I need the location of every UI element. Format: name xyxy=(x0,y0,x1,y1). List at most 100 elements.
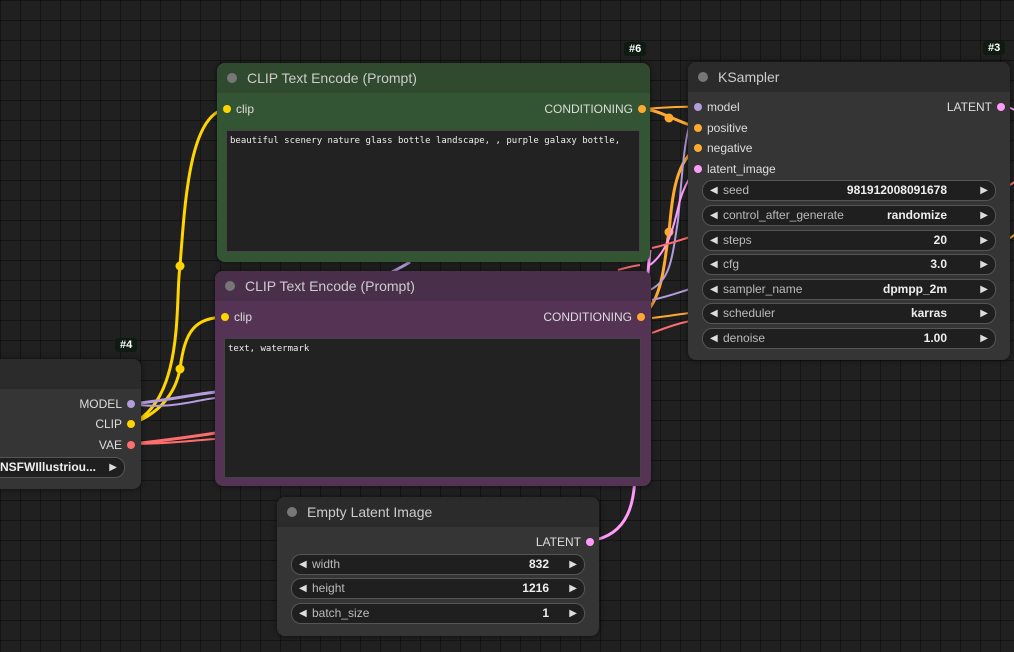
cfg-widget[interactable]: ◀ cfg 3.0 ▶ xyxy=(702,254,996,275)
steps-widget[interactable]: ◀ steps 20 ▶ xyxy=(702,230,996,251)
left-arrow-icon[interactable]: ◀ xyxy=(710,206,718,225)
ckpt-name-value: NSFWIllustriou... xyxy=(0,460,96,474)
right-arrow-icon[interactable]: ▶ xyxy=(569,579,577,598)
positive-port[interactable] xyxy=(694,124,702,132)
slot-label: positive xyxy=(707,121,748,135)
node-title-bar[interactable]: CLIP Text Encode (Prompt) xyxy=(215,271,651,301)
empty-latent-image-node[interactable]: Empty Latent Image LATENT ◀ width 832 ▶ … xyxy=(277,497,599,636)
left-arrow-icon[interactable]: ◀ xyxy=(710,181,718,200)
clip-text-encode-negative-node[interactable]: CLIP Text Encode (Prompt) clip CONDITION… xyxy=(215,271,651,486)
right-arrow-icon[interactable]: ▶ xyxy=(980,255,988,274)
node-title-bar[interactable]: Empty Latent Image xyxy=(277,497,599,527)
latent-port[interactable] xyxy=(997,103,1005,111)
widget-value: randomize xyxy=(886,208,947,222)
widget-value: 832 xyxy=(528,557,549,571)
right-arrow-icon[interactable]: ▶ xyxy=(980,231,988,250)
checkpoint-loader-node[interactable]: MODEL CLIP VAE NSFWIllustriou... ▶ xyxy=(0,359,141,489)
widget-value: dpmpp_2m xyxy=(882,282,947,296)
clip-input-slot[interactable]: clip xyxy=(221,309,281,325)
ckpt-name-widget[interactable]: NSFWIllustriou... ▶ xyxy=(0,457,125,478)
vae-output-slot[interactable]: VAE xyxy=(5,437,135,453)
left-arrow-icon[interactable]: ◀ xyxy=(710,304,718,323)
widget-name: width xyxy=(312,557,341,571)
latent-image-port[interactable] xyxy=(694,165,702,173)
prompt-textarea[interactable]: text, watermark xyxy=(224,338,641,478)
sampler-name-widget[interactable]: ◀ sampler_name dpmpp_2m ▶ xyxy=(702,279,996,300)
model-output-slot[interactable]: MODEL xyxy=(5,396,135,412)
clip-port[interactable] xyxy=(223,105,231,113)
right-arrow-icon[interactable]: ▶ xyxy=(980,181,988,200)
widget-value: 1216 xyxy=(522,581,549,595)
widget-name: scheduler xyxy=(723,306,776,320)
widget-name: denoise xyxy=(723,331,766,345)
negative-input-slot[interactable]: negative xyxy=(694,140,794,156)
left-arrow-icon[interactable]: ◀ xyxy=(710,231,718,250)
widget-name: seed xyxy=(723,183,750,197)
collapse-dot-icon[interactable] xyxy=(225,281,235,291)
right-arrow-icon[interactable]: ▶ xyxy=(569,604,577,623)
seed-widget[interactable]: ◀ seed 981912008091678 ▶ xyxy=(702,180,996,201)
node-title-bar[interactable]: CLIP Text Encode (Prompt) xyxy=(217,63,650,93)
clip-input-slot[interactable]: clip xyxy=(223,101,283,117)
conditioning-output-slot[interactable]: CONDITIONING xyxy=(525,309,645,325)
slot-label: latent_image xyxy=(707,162,776,176)
widget-value: 1.00 xyxy=(923,331,947,345)
latent-output-slot[interactable]: LATENT xyxy=(514,534,594,550)
ksampler-node[interactable]: KSampler model positive negative latent_… xyxy=(688,62,1010,360)
clip-text-encode-positive-node[interactable]: CLIP Text Encode (Prompt) clip CONDITION… xyxy=(217,63,650,262)
latent-port[interactable] xyxy=(586,538,594,546)
collapse-dot-icon[interactable] xyxy=(287,507,297,517)
vae-port[interactable] xyxy=(127,441,135,449)
left-arrow-icon[interactable]: ◀ xyxy=(710,280,718,299)
width-widget[interactable]: ◀ width 832 ▶ xyxy=(291,554,585,575)
left-arrow-icon[interactable]: ◀ xyxy=(710,329,718,348)
node-id-badge-checkpoint: #4 xyxy=(115,338,138,352)
node-id-badge-positive: #6 xyxy=(624,42,647,56)
left-arrow-icon[interactable]: ◀ xyxy=(710,255,718,274)
widget-name: batch_size xyxy=(312,606,370,620)
collapse-dot-icon[interactable] xyxy=(698,72,708,82)
left-arrow-icon[interactable]: ◀ xyxy=(299,555,307,574)
slot-label: VAE xyxy=(98,438,122,452)
conditioning-port[interactable] xyxy=(638,105,646,113)
right-arrow-icon[interactable]: ▶ xyxy=(980,304,988,323)
node-title-bar[interactable]: KSampler xyxy=(688,62,1010,92)
widget-name: cfg xyxy=(723,257,740,271)
model-port[interactable] xyxy=(694,103,702,111)
widget-value: 20 xyxy=(933,233,947,247)
node-title: Empty Latent Image xyxy=(307,504,433,520)
widget-name: sampler_name xyxy=(723,282,803,296)
right-arrow-icon[interactable]: ▶ xyxy=(569,555,577,574)
negative-port[interactable] xyxy=(694,144,702,152)
node-title: KSampler xyxy=(718,69,780,85)
slot-label: CLIP xyxy=(95,417,122,431)
model-port[interactable] xyxy=(127,400,135,408)
clip-output-slot[interactable]: CLIP xyxy=(5,416,135,432)
control-after-generate-widget[interactable]: ◀ control_after_generate randomize ▶ xyxy=(702,205,996,226)
left-arrow-icon[interactable]: ◀ xyxy=(299,604,307,623)
right-arrow-icon[interactable]: ▶ xyxy=(980,329,988,348)
prompt-textarea[interactable]: beautiful scenery nature glass bottle la… xyxy=(226,130,640,252)
batch-size-widget[interactable]: ◀ batch_size 1 ▶ xyxy=(291,603,585,624)
widget-name: height xyxy=(312,581,345,595)
conditioning-port[interactable] xyxy=(637,313,645,321)
right-arrow-icon[interactable]: ▶ xyxy=(980,206,988,225)
collapse-dot-icon[interactable] xyxy=(227,73,237,83)
slot-label: CONDITIONING xyxy=(543,310,632,324)
denoise-widget[interactable]: ◀ denoise 1.00 ▶ xyxy=(702,328,996,349)
latent-output-slot[interactable]: LATENT xyxy=(925,99,1005,115)
widget-value: 3.0 xyxy=(930,257,947,271)
node-title-bar[interactable] xyxy=(0,359,141,389)
left-arrow-icon[interactable]: ◀ xyxy=(299,579,307,598)
model-input-slot[interactable]: model xyxy=(694,99,794,115)
latent-image-input-slot[interactable]: latent_image xyxy=(694,161,804,177)
clip-port[interactable] xyxy=(127,420,135,428)
scheduler-widget[interactable]: ◀ scheduler karras ▶ xyxy=(702,303,996,324)
positive-input-slot[interactable]: positive xyxy=(694,120,794,136)
slot-label: clip xyxy=(234,310,253,324)
right-arrow-icon[interactable]: ▶ xyxy=(980,280,988,299)
conditioning-output-slot[interactable]: CONDITIONING xyxy=(526,101,646,117)
clip-port[interactable] xyxy=(221,313,229,321)
right-arrow-icon[interactable]: ▶ xyxy=(109,458,117,477)
height-widget[interactable]: ◀ height 1216 ▶ xyxy=(291,578,585,599)
